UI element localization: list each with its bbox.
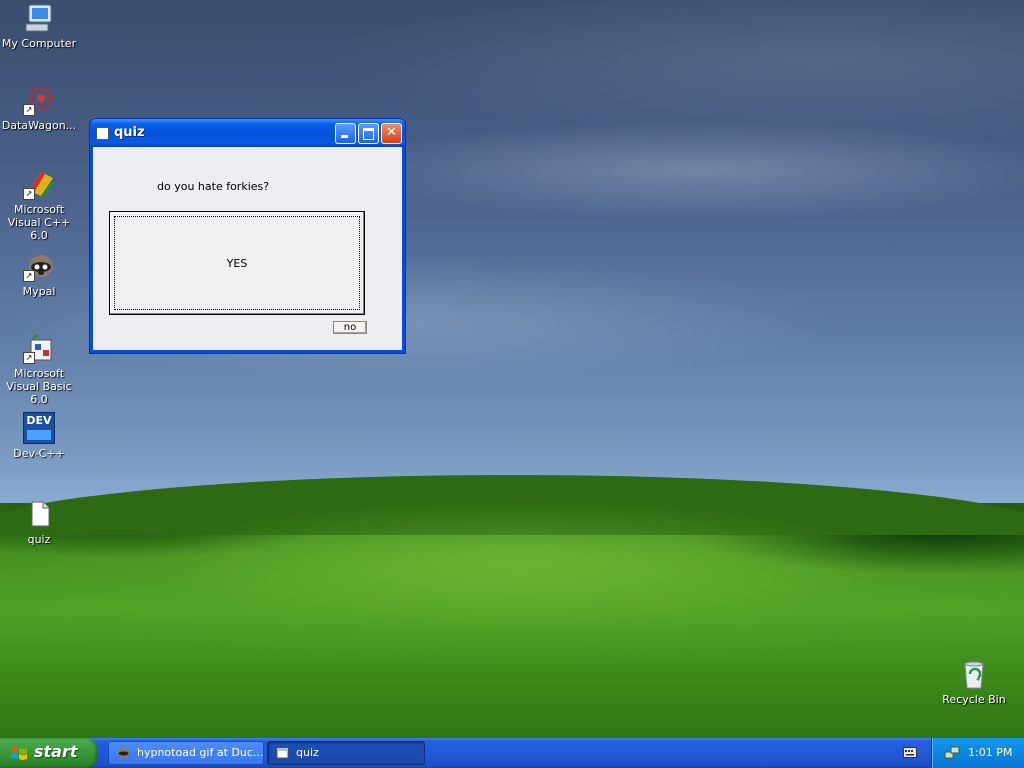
shortcut-arrow-icon: ↗ — [23, 104, 35, 116]
taskbar-button-label: quiz — [296, 746, 319, 759]
desktop-icon-label: Microsoft Visual C++ 6.0 — [7, 203, 71, 242]
quiz-window: quiz ✕ do you hate forkies? YES no — [89, 118, 406, 354]
minimize-icon — [341, 135, 348, 138]
window-title: quiz — [114, 125, 145, 140]
browser-icon — [117, 748, 130, 758]
desktop-icon-label: quiz — [27, 533, 51, 546]
shortcut-arrow-icon: ↗ — [23, 270, 35, 282]
mypal-icon: ↗ — [23, 250, 55, 282]
start-button[interactable]: start — [0, 738, 98, 768]
desktop-icon-my-computer[interactable]: My Computer — [0, 2, 78, 50]
dev-cpp-icon: DEV — [23, 412, 55, 444]
window-app-icon — [96, 127, 109, 140]
taskbar: start hypnotoad gif at Duc... quiz 1:01 … — [0, 738, 1024, 768]
desktop-icon-quiz[interactable]: quiz — [0, 498, 78, 546]
shortcut-arrow-icon: ↗ — [23, 352, 35, 364]
taskbar-button-quiz[interactable]: quiz — [267, 741, 425, 765]
desktop-icon-label: DataWagon... — [1, 119, 77, 132]
datawagon-icon: ↗ — [23, 84, 55, 116]
taskbar-button-label: hypnotoad gif at Duc... — [137, 746, 264, 759]
file-icon — [23, 498, 55, 530]
windows-flag-icon — [11, 747, 27, 760]
desktop-icon-visual-cpp[interactable]: ↗ Microsoft Visual C++ 6.0 — [0, 168, 78, 242]
no-button[interactable]: no — [333, 321, 367, 334]
clock[interactable]: 1:01 PM — [968, 746, 1012, 759]
desktop-icon-label: My Computer — [1, 37, 77, 50]
desktop-icon-mypal[interactable]: ↗ Mypal — [0, 250, 78, 298]
desktop-icon-recycle-bin[interactable]: Recycle Bin — [935, 658, 1013, 706]
recycle-bin-icon — [958, 658, 990, 690]
desktop-icon-label: Recycle Bin — [942, 693, 1006, 706]
visual-cpp-icon: ↗ — [23, 168, 55, 200]
close-button[interactable]: ✕ — [381, 123, 402, 144]
minimize-button[interactable] — [335, 123, 356, 144]
desktop-icon-datawagon[interactable]: ↗ DataWagon... — [0, 84, 78, 132]
window-titlebar[interactable]: quiz ✕ — [90, 119, 405, 147]
focus-rectangle — [114, 216, 360, 310]
desktop-icon-label: Mypal — [22, 285, 56, 298]
desktop-icon-label: Microsoft Visual Basic 6.0 — [6, 367, 72, 406]
window-app-icon — [276, 747, 289, 759]
network-tray-icon[interactable] — [944, 746, 960, 760]
desktop-icon-visual-basic[interactable]: ↗ Microsoft Visual Basic 6.0 — [0, 332, 78, 406]
keyboard-icon[interactable] — [903, 747, 917, 758]
dev-cpp-badge: DEV — [26, 414, 52, 427]
close-icon: ✕ — [386, 125, 397, 140]
desktop: My Computer ↗ DataWagon... ↗ Microsoft V… — [0, 0, 1024, 738]
start-label: start — [34, 742, 78, 761]
yes-button[interactable]: YES — [109, 211, 365, 315]
window-client-area: do you hate forkies? YES no — [93, 147, 402, 350]
maximize-icon — [363, 128, 374, 140]
dev-cpp-stripe — [27, 430, 51, 440]
system-tray: 1:01 PM — [931, 738, 1024, 768]
maximize-button[interactable] — [358, 123, 379, 144]
wallpaper-hills — [0, 475, 1024, 738]
visual-basic-icon: ↗ — [23, 332, 55, 364]
desktop-icon-dev-cpp[interactable]: DEV Dev-C++ — [0, 412, 78, 460]
desktop-icon-label: Dev-C++ — [13, 447, 65, 460]
question-label: do you hate forkies? — [157, 180, 270, 193]
my-computer-icon — [23, 2, 55, 34]
no-button-label: no — [343, 322, 357, 333]
shortcut-arrow-icon: ↗ — [23, 188, 35, 200]
taskbar-button-hypnotoad[interactable]: hypnotoad gif at Duc... — [108, 741, 264, 765]
